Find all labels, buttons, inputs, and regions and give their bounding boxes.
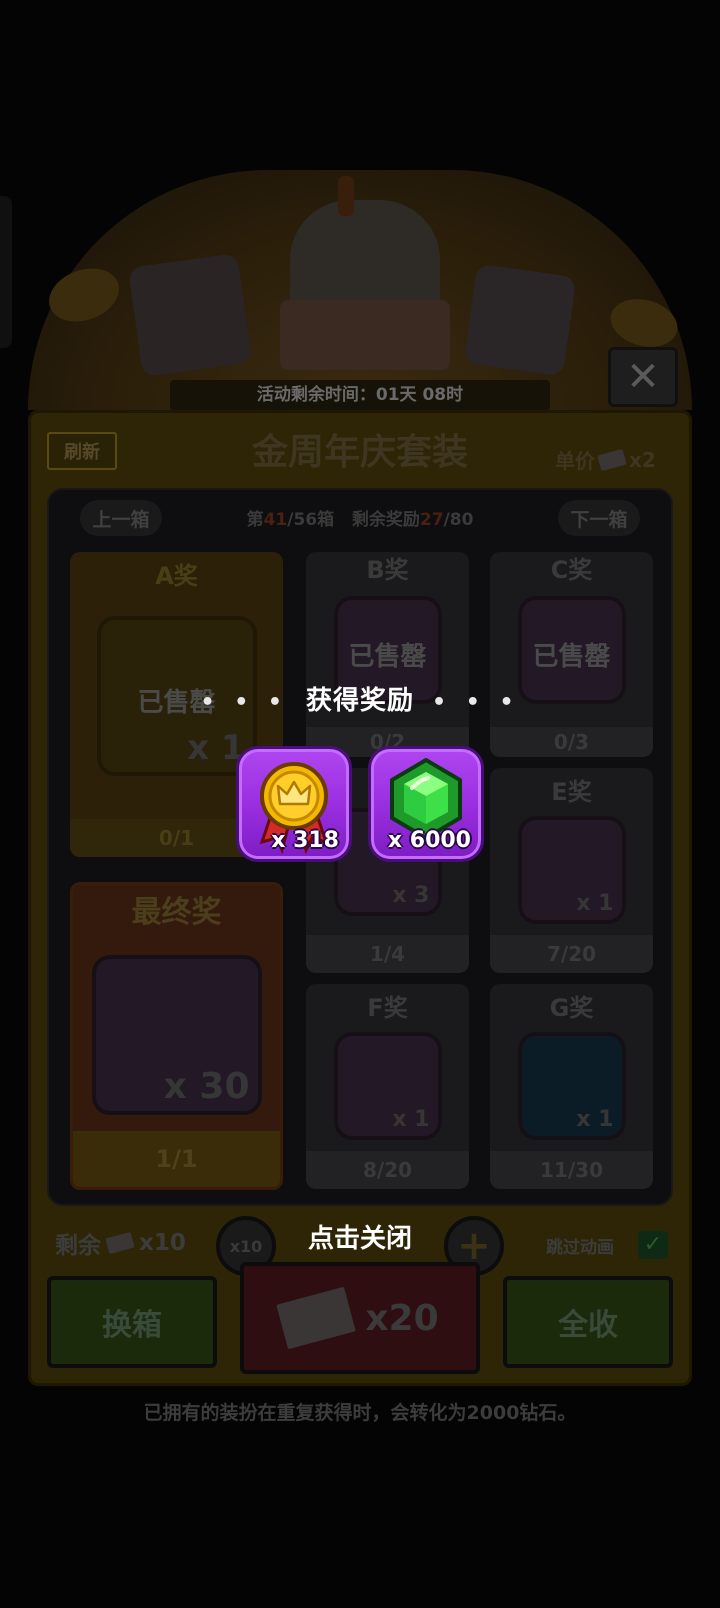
duplicate-note: 已拥有的装扮在重复获得时，会转化为2000钻石。 bbox=[143, 1402, 577, 1424]
title-dots-left: • • • bbox=[200, 690, 288, 715]
prize-qty: x 30 bbox=[163, 1066, 250, 1107]
ticket-icon bbox=[276, 1286, 357, 1350]
box-total: /56箱 bbox=[287, 510, 335, 530]
rewards-current: 27 bbox=[419, 510, 444, 530]
panel-title: 金周年庆套装 bbox=[251, 432, 468, 473]
prize-qty: x 1 bbox=[392, 1107, 430, 1132]
prize-count: 0/3 bbox=[490, 727, 653, 757]
sold-out-label: 已售罄 bbox=[348, 642, 427, 672]
prev-box-button[interactable]: 上一箱 bbox=[80, 500, 162, 536]
cake-illustration bbox=[280, 300, 450, 370]
rewards-prefix: 剩余奖励 bbox=[351, 510, 420, 530]
sold-out-label: 已售罄 bbox=[532, 642, 611, 672]
prize-count: 11/30 bbox=[490, 1151, 653, 1189]
switch-box-label: 换箱 bbox=[102, 1308, 162, 1343]
ticket-icon bbox=[597, 448, 627, 471]
event-timer: 活动剩余时间：01天 08时 bbox=[170, 380, 550, 410]
prize-title: C奖 bbox=[550, 556, 593, 584]
prize-qty: x 1 bbox=[576, 1107, 614, 1132]
prize-card-f[interactable]: F奖 x 1 8/20 bbox=[306, 984, 469, 1189]
reward-item-gem: x 6000 bbox=[368, 746, 484, 862]
prize-card-final[interactable]: 最终奖 x 30 1/1 bbox=[70, 882, 283, 1190]
candle-icon bbox=[338, 176, 354, 216]
prize-count: 7/20 bbox=[490, 935, 653, 973]
tap-to-close-hint[interactable]: 点击关闭 bbox=[0, 1218, 720, 1255]
switch-box-button[interactable]: 换箱 bbox=[47, 1276, 217, 1368]
close-icon: ✕ bbox=[626, 354, 660, 400]
rewards-total: /80 bbox=[443, 510, 474, 530]
next-box-button[interactable]: 下一箱 bbox=[558, 500, 640, 536]
prize-card-b[interactable]: B奖 已售罄 0/2 bbox=[306, 552, 469, 757]
prize-count: 8/20 bbox=[306, 1151, 469, 1189]
collect-all-button[interactable]: 全收 bbox=[503, 1276, 673, 1368]
prize-title: F奖 bbox=[367, 994, 408, 1022]
prize-card-e[interactable]: E奖 x 1 7/20 bbox=[490, 768, 653, 973]
reward-qty: x 318 bbox=[271, 828, 339, 853]
prize-title: A奖 bbox=[155, 562, 198, 590]
collect-all-label: 全收 bbox=[558, 1308, 618, 1343]
character-right-illustration bbox=[463, 263, 577, 377]
draw-button[interactable]: x20 bbox=[240, 1262, 480, 1374]
prize-card-c[interactable]: C奖 已售罄 0/3 bbox=[490, 552, 653, 757]
prize-title: E奖 bbox=[551, 778, 592, 806]
close-panel-button[interactable]: ✕ bbox=[608, 347, 678, 407]
box-prefix: 第 bbox=[246, 510, 264, 530]
prize-card-g[interactable]: G奖 x 1 11/30 bbox=[490, 984, 653, 1189]
character-left-illustration bbox=[127, 252, 253, 378]
reward-qty: x 6000 bbox=[387, 828, 471, 853]
left-edge-tab bbox=[0, 196, 12, 348]
gold-key-icon: x 1 bbox=[333, 1032, 442, 1140]
prize-qty: x 1 bbox=[576, 891, 614, 916]
gold-key-icon: x 1 bbox=[517, 816, 626, 924]
price-qty: x2 bbox=[629, 447, 656, 472]
unit-price: 单价 x2 bbox=[555, 445, 656, 474]
prize-count: 1/4 bbox=[306, 935, 469, 973]
box-current: 41 bbox=[263, 510, 288, 530]
reward-item-medal: x 318 bbox=[236, 746, 352, 862]
prize-title: 最终奖 bbox=[131, 895, 222, 930]
reward-title-text: 获得奖励 bbox=[305, 686, 414, 716]
prize-title: G奖 bbox=[549, 994, 594, 1022]
refresh-button[interactable]: 刷新 bbox=[47, 432, 117, 470]
prize-qty: x 3 bbox=[392, 883, 430, 908]
title-dots-right: • • • bbox=[432, 690, 520, 715]
prize-count: 1/1 bbox=[73, 1131, 280, 1187]
prize-title: B奖 bbox=[366, 556, 409, 584]
reward-title: • • • 获得奖励 • • • bbox=[0, 680, 720, 717]
box-info: 第41/56箱 剩余奖励27/80 bbox=[200, 505, 520, 530]
silver-key-icon: x 1 bbox=[517, 1032, 626, 1140]
price-label: 单价 bbox=[555, 449, 595, 473]
outfit-icon: x 30 bbox=[91, 955, 262, 1115]
draw-qty: x20 bbox=[365, 1297, 439, 1339]
